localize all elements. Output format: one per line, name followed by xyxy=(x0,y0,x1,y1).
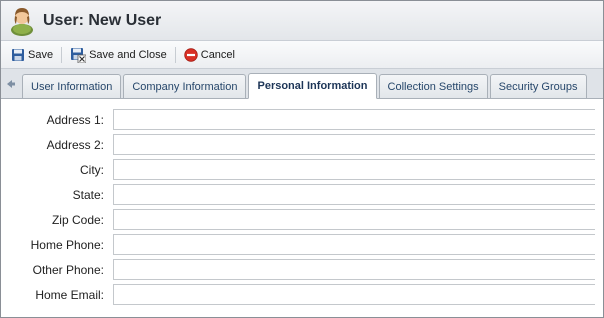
city-label: City: xyxy=(80,162,104,177)
address-2-field[interactable] xyxy=(113,134,595,155)
home-phone-label: Home Phone: xyxy=(30,237,104,252)
form-row-zip-code: Zip Code: xyxy=(1,207,603,232)
arrow-left-icon xyxy=(7,80,15,88)
toolbar-separator xyxy=(61,46,63,63)
user-window: User: New User Save Save and Close Cance… xyxy=(0,0,604,318)
zip-code-field[interactable] xyxy=(113,209,595,230)
tab-company-information[interactable]: Company Information xyxy=(123,74,247,98)
form-row-state: State: xyxy=(1,182,603,207)
zip-code-label: Zip Code: xyxy=(51,212,104,227)
save-button[interactable]: Save xyxy=(7,44,57,66)
form-row-home-email: Home Email: xyxy=(1,282,603,307)
toolbar-separator xyxy=(174,46,176,63)
home-email-field[interactable] xyxy=(113,284,595,305)
cancel-button[interactable]: Cancel xyxy=(180,44,239,66)
cancel-label: Cancel xyxy=(200,48,235,61)
user-icon xyxy=(9,6,35,36)
tab-bar: User Information Company Information Per… xyxy=(1,69,603,99)
home-phone-field[interactable] xyxy=(113,234,595,255)
form-row-address-2: Address 2: xyxy=(1,132,603,157)
state-field[interactable] xyxy=(113,184,595,205)
save-label: Save xyxy=(28,48,54,61)
cancel-icon xyxy=(184,47,198,62)
tab-user-information[interactable]: User Information xyxy=(22,74,122,98)
address-1-field[interactable] xyxy=(113,109,595,130)
floppy-disk-icon xyxy=(12,48,24,61)
form-row-address-1: Address 1: xyxy=(1,107,603,132)
form-row-home-phone: Home Phone: xyxy=(1,232,603,257)
other-phone-label: Other Phone: xyxy=(32,262,104,277)
window-title: User: New User xyxy=(43,11,162,29)
save-and-close-label: Save and Close xyxy=(89,48,167,61)
floppy-disk-close-icon xyxy=(71,47,87,63)
title-bar: User: New User xyxy=(1,1,603,41)
other-phone-field[interactable] xyxy=(113,259,595,280)
home-email-label: Home Email: xyxy=(35,287,104,302)
tab-scroll-left[interactable] xyxy=(3,73,19,95)
address-2-label: Address 2: xyxy=(46,137,104,152)
personal-information-form: Address 1: Address 2: City: State: Zip C… xyxy=(1,99,603,307)
state-label: State: xyxy=(72,187,104,202)
address-1-label: Address 1: xyxy=(46,112,104,127)
form-row-other-phone: Other Phone: xyxy=(1,257,603,282)
save-and-close-button[interactable]: Save and Close xyxy=(66,44,171,66)
toolbar: Save Save and Close Cancel xyxy=(1,41,603,69)
city-field[interactable] xyxy=(113,159,595,180)
tab-collection-settings[interactable]: Collection Settings xyxy=(378,74,488,98)
tab-security-groups[interactable]: Security Groups xyxy=(489,74,587,98)
tab-personal-information[interactable]: Personal Information xyxy=(248,73,377,99)
form-row-city: City: xyxy=(1,157,603,182)
